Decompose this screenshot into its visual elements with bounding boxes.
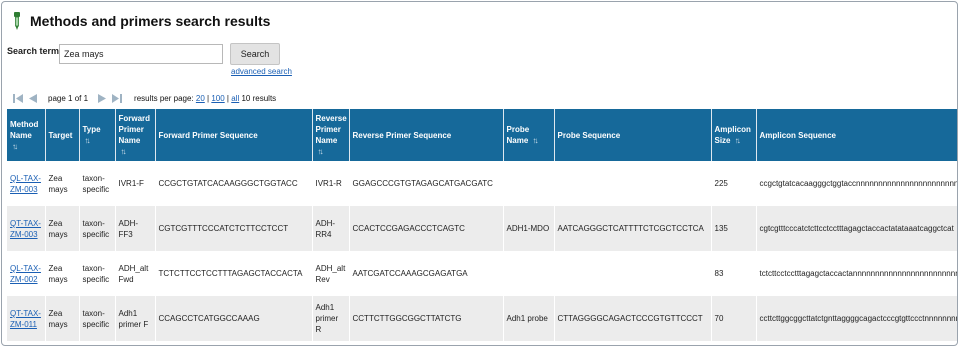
amplicon-sequence-cell: tctcttcctcctttagagctaccactannnnnnnnnnnnn… [756, 251, 957, 296]
previous-page-icon[interactable] [27, 93, 39, 104]
target-cell: Zea mays [45, 296, 80, 341]
amplicon-sequence-cell: ccttcttggcggcttatctgnttaggggcagactcccgtg… [756, 296, 957, 341]
type-cell: taxon-specific [79, 161, 116, 206]
type-cell: taxon-specific [79, 296, 116, 341]
sort-arrows-icon[interactable]: ↑↓ [12, 141, 18, 152]
search-button[interactable]: Search [230, 43, 280, 65]
method-link[interactable]: QL-TAX-ZM-002 [10, 264, 41, 284]
probe-name-cell: ADH1-MDO [503, 206, 555, 251]
reverse-primer-sequence-cell: CCACTCCGAGACCCTCAGTC [349, 206, 504, 251]
reverse-primer-sequence-cell: AATCGATCCAAAGCGAGATGA [349, 251, 504, 296]
table-header-row: Method Name ↑↓ Target Type ↑↓ Forward Prim… [7, 109, 957, 161]
probe-sequence-cell: CTTAGGGGCAGACTCCCGTGTTCCCT [554, 296, 712, 341]
reverse-primer-name-cell: ADH_alt Rev [312, 251, 350, 296]
results-panel: Methods and primers search results Searc… [1, 1, 958, 346]
per-page-label: results per page: [134, 93, 194, 103]
target-cell: Zea mays [45, 251, 80, 296]
forward-primer-sequence-cell: CGTCGTTTCCCATCTCTTCCTCCT [155, 206, 313, 251]
table-row: QL-TAX-ZM-003 Zea mays taxon-specific IV… [7, 161, 957, 206]
column-header-forward-primer-sequence[interactable]: Forward Primer Sequence [155, 109, 313, 161]
amplicon-size-cell: 225 [711, 161, 757, 206]
forward-primer-name-cell: ADH-FF3 [115, 206, 156, 251]
column-header-probe-name[interactable]: Probe Name ↑↓ [503, 109, 555, 161]
table-row: QL-TAX-ZM-002 Zea mays taxon-specific AD… [7, 251, 957, 296]
per-page-20-link[interactable]: 20 [196, 94, 205, 103]
page-title: Methods and primers search results [30, 13, 271, 29]
type-cell: taxon-specific [79, 206, 116, 251]
column-header-method-name[interactable]: Method Name ↑↓ [7, 109, 46, 161]
next-page-icon[interactable] [96, 93, 108, 104]
column-header-amplicon-sequence[interactable]: Amplicon Sequence [756, 109, 957, 161]
column-header-probe-sequence[interactable]: Probe Sequence [554, 109, 712, 161]
method-name-cell[interactable]: QL-TAX-ZM-003 [7, 161, 46, 206]
sort-arrows-icon[interactable]: ↑↓ [735, 135, 741, 146]
search-input[interactable] [59, 44, 223, 64]
sort-arrows-icon[interactable]: ↑↓ [85, 135, 91, 146]
advanced-search-link[interactable]: advanced search [231, 67, 292, 76]
last-page-icon[interactable] [111, 93, 123, 104]
method-name-cell[interactable]: QL-TAX-ZM-002 [7, 251, 46, 296]
forward-primer-name-cell: ADH_alt Fwd [115, 251, 156, 296]
search-term-label: Search term [7, 46, 60, 56]
amplicon-size-cell: 135 [711, 206, 757, 251]
method-link[interactable]: QT-TAX-ZM-011 [10, 309, 41, 329]
method-name-cell[interactable]: QT-TAX-ZM-011 [7, 296, 46, 341]
column-header-forward-primer-name[interactable]: Forward Primer Name ↑↓ [115, 109, 156, 161]
per-page-all-link[interactable]: all [231, 94, 239, 103]
column-header-amplicon-size[interactable]: Amplicon Size ↑↓ [711, 109, 757, 161]
method-link[interactable]: QL-TAX-ZM-003 [10, 174, 41, 194]
column-header-target[interactable]: Target [45, 109, 80, 161]
method-name-cell[interactable]: QT-TAX-ZM-003 [7, 206, 46, 251]
column-header-type[interactable]: Type ↑↓ [79, 109, 116, 161]
reverse-primer-sequence-cell: GGAGCCCGTGTAGAGCATGACGATC [349, 161, 504, 206]
reverse-primer-name-cell: IVR1-R [312, 161, 350, 206]
forward-primer-sequence-cell: CCAGCCTCATGGCCAAAG [155, 296, 313, 341]
amplicon-size-cell: 70 [711, 296, 757, 341]
forward-primer-name-cell: IVR1-F [115, 161, 156, 206]
forward-primer-sequence-cell: TCTCTTCCTCCTTTAGAGCTACCACTA [155, 251, 313, 296]
table-row: QT-TAX-ZM-011 Zea mays taxon-specific Ad… [7, 296, 957, 341]
column-header-reverse-primer-name[interactable]: Reverse Primer Name ↑↓ [312, 109, 350, 161]
amplicon-size-cell: 83 [711, 251, 757, 296]
reverse-primer-name-cell: ADH-RR4 [312, 206, 350, 251]
target-cell: Zea mays [45, 161, 80, 206]
per-page-100-link[interactable]: 100 [211, 94, 224, 103]
probe-sequence-cell [554, 161, 712, 206]
forward-primer-name-cell: Adh1 primer F [115, 296, 156, 341]
table-row: QT-TAX-ZM-003 Zea mays taxon-specific AD… [7, 206, 957, 251]
sort-arrows-icon[interactable]: ↑↓ [533, 135, 539, 146]
title-row: Methods and primers search results [10, 10, 270, 32]
amplicon-sequence-cell: cgtcgtttcccatctcttcctcctttagagctaccactat… [756, 206, 957, 251]
probe-name-cell [503, 251, 555, 296]
separator: | [207, 93, 210, 103]
page-info: page 1 of 1 [48, 93, 89, 103]
type-cell: taxon-specific [79, 251, 116, 296]
sort-arrows-icon[interactable]: ↑↓ [121, 146, 127, 157]
separator: | [226, 93, 229, 103]
column-header-reverse-primer-sequence[interactable]: Reverse Primer Sequence [349, 109, 504, 161]
first-page-icon[interactable] [12, 93, 24, 104]
sort-arrows-icon[interactable]: ↑↓ [318, 146, 324, 157]
results-table: Method Name ↑↓ Target Type ↑↓ Forward Prim… [7, 109, 957, 341]
pipette-icon [14, 12, 20, 30]
method-link[interactable]: QT-TAX-ZM-003 [10, 219, 41, 239]
result-count: 10 results [241, 93, 277, 103]
target-cell: Zea mays [45, 206, 80, 251]
reverse-primer-sequence-cell: CCTTCTTGGCGGCTTATCTG [349, 296, 504, 341]
probe-name-cell [503, 161, 555, 206]
probe-sequence-cell [554, 251, 712, 296]
amplicon-sequence-cell: ccgctgtatcacaagggctggtaccnnnnnnnnnnnnnnn… [756, 161, 957, 206]
probe-name-cell: Adh1 probe [503, 296, 555, 341]
reverse-primer-name-cell: Adh1 primer R [312, 296, 350, 341]
pagination-bar: page 1 of 1 results per page: 20 | 100 |… [12, 92, 276, 104]
forward-primer-sequence-cell: CCGCTGTATCACAAGGGCTGGTACC [155, 161, 313, 206]
probe-sequence-cell: AATCAGGGCTCATTTTCTCGCTCCTCA [554, 206, 712, 251]
